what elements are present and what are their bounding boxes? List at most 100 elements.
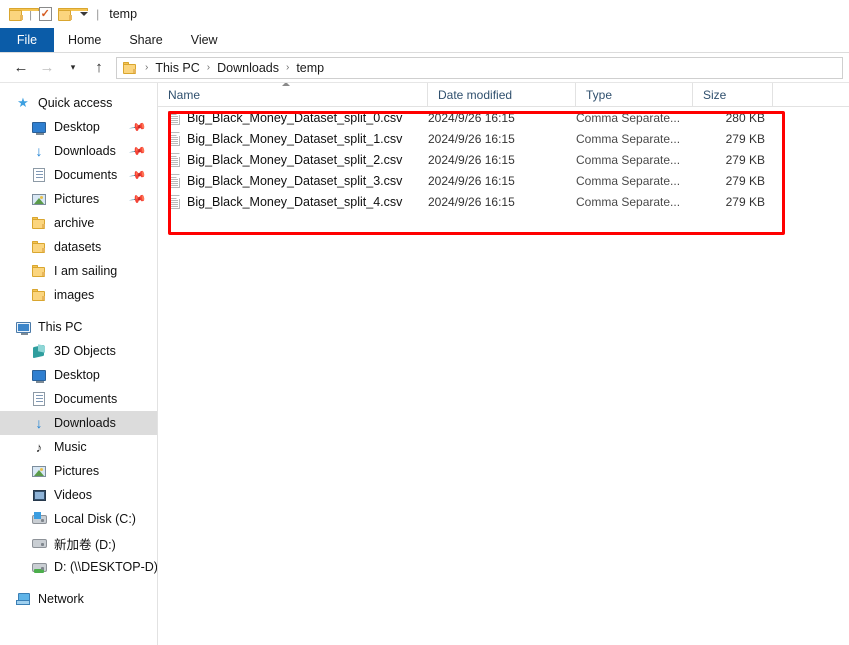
file-type-cell: Comma Separate... (576, 173, 681, 188)
file-size-cell: 279 KB (725, 173, 765, 188)
file-type-cell: Comma Separate... (576, 110, 681, 125)
csv-file-icon (168, 173, 180, 188)
sidebar-item-label: I am sailing (54, 264, 118, 278)
address-bar[interactable]: › This PC › Downloads › temp (116, 56, 843, 79)
sidebar-item-documents[interactable]: Documents 📌 (0, 163, 157, 187)
navigation-pane: ★ Quick access Desktop 📌 ↓ Downloads 📌 D… (0, 83, 158, 645)
sidebar-item-label: datasets (54, 240, 102, 254)
tab-view[interactable]: View (177, 28, 232, 52)
3d-objects-icon (30, 343, 48, 359)
explorer-body: ★ Quick access Desktop 📌 ↓ Downloads 📌 D… (0, 83, 849, 645)
file-name-cell: Big_Black_Money_Dataset_split_3.csv (158, 170, 428, 191)
sidebar-item-i-am-sailing[interactable]: I am sailing (0, 259, 157, 283)
sidebar-item-3d-objects[interactable]: 3D Objects (0, 339, 157, 363)
sidebar-item-pictures[interactable]: Pictures 📌 (0, 187, 157, 211)
file-list-pane: Name Date modified Type Size Big_Black_M… (158, 83, 849, 645)
sidebar-item-music[interactable]: ♪ Music (0, 435, 157, 459)
file-name-cell: Big_Black_Money_Dataset_split_4.csv (158, 191, 428, 212)
table-row[interactable]: Big_Black_Money_Dataset_split_1.csv 2024… (158, 128, 849, 149)
file-name-label: Big_Black_Money_Dataset_split_3.csv (187, 173, 403, 188)
sidebar-item-network-drive-h[interactable]: D: (\\DESKTOP-D) (H (0, 555, 157, 579)
forward-icon[interactable]: → (34, 55, 60, 81)
sidebar-item-disk-d[interactable]: 新加卷 (D:) (0, 531, 157, 555)
file-size-cell: 280 KB (725, 110, 765, 125)
column-header-label: Type (586, 87, 613, 102)
recent-locations-icon[interactable]: ▾ (60, 55, 86, 81)
table-row[interactable]: Big_Black_Money_Dataset_split_2.csv 2024… (158, 149, 849, 170)
sidebar-item-local-disk-c[interactable]: Local Disk (C:) (0, 507, 157, 531)
properties-icon[interactable]: ✓ (35, 4, 55, 24)
file-type-cell: Comma Separate... (576, 131, 681, 146)
sidebar-item-pc-pictures[interactable]: Pictures (0, 459, 157, 483)
sidebar-section-quick-access[interactable]: ★ Quick access (0, 91, 157, 115)
sidebar-section-this-pc[interactable]: This PC (0, 315, 157, 339)
sidebar-item-label: archive (54, 216, 95, 230)
file-size-cell: 279 KB (725, 194, 765, 209)
sidebar-section-label: This PC (38, 320, 83, 334)
file-type-cell: Comma Separate... (576, 152, 681, 167)
table-row[interactable]: Big_Black_Money_Dataset_split_4.csv 2024… (158, 191, 849, 212)
windows-disk-icon (30, 511, 48, 527)
sidebar-item-pc-desktop[interactable]: Desktop (0, 363, 157, 387)
sidebar-item-archive[interactable]: archive (0, 211, 157, 235)
folder-icon (30, 215, 48, 231)
column-header-name[interactable]: Name (158, 83, 428, 106)
file-name-cell: Big_Black_Money_Dataset_split_0.csv (158, 107, 428, 128)
breadcrumb-item-temp[interactable]: temp (295, 61, 325, 75)
this-pc-icon (14, 319, 32, 335)
tab-file[interactable]: File (0, 28, 54, 52)
monitor-icon (30, 367, 48, 383)
sidebar-item-downloads[interactable]: ↓ Downloads 📌 (0, 139, 157, 163)
table-row[interactable]: Big_Black_Money_Dataset_split_0.csv 2024… (158, 107, 849, 128)
tab-share[interactable]: Share (115, 28, 176, 52)
folder-icon (30, 287, 48, 303)
star-icon: ★ (17, 95, 29, 110)
breadcrumb-item-downloads[interactable]: Downloads (216, 61, 280, 75)
file-rows: Big_Black_Money_Dataset_split_0.csv 2024… (158, 107, 849, 212)
column-header-date-modified[interactable]: Date modified (428, 83, 576, 106)
sidebar-section-network[interactable]: Network (0, 587, 157, 611)
file-name-label: Big_Black_Money_Dataset_split_1.csv (187, 131, 403, 146)
column-header-size[interactable]: Size (693, 83, 773, 106)
sidebar-item-label: Local Disk (C:) (54, 512, 136, 526)
pin-icon[interactable]: 📌 (129, 142, 148, 161)
sidebar-item-label: Pictures (54, 464, 100, 478)
sidebar-item-pc-documents[interactable]: Documents (0, 387, 157, 411)
new-folder-icon[interactable] (55, 4, 88, 24)
pin-icon[interactable]: 📌 (129, 190, 148, 209)
file-date-cell: 2024/9/26 16:15 (428, 131, 515, 146)
sidebar-item-pc-downloads[interactable]: ↓ Downloads (0, 411, 157, 435)
tab-home[interactable]: Home (54, 28, 115, 52)
network-disk-icon (30, 559, 48, 575)
file-type-cell: Comma Separate... (576, 194, 681, 209)
pictures-icon (30, 463, 48, 479)
sidebar-item-videos[interactable]: Videos (0, 483, 157, 507)
breadcrumb-separator-0: › (145, 62, 149, 73)
breadcrumb-item-this-pc[interactable]: This PC (154, 61, 200, 75)
table-row[interactable]: Big_Black_Money_Dataset_split_3.csv 2024… (158, 170, 849, 191)
sidebar-item-label: 3D Objects (54, 344, 116, 358)
sidebar-section-label: Quick access (38, 96, 113, 110)
sidebar-item-label: Music (54, 440, 87, 454)
file-date-cell: 2024/9/26 16:15 (428, 194, 515, 209)
document-icon (30, 391, 48, 407)
folder-icon[interactable] (6, 4, 39, 24)
sidebar-item-desktop[interactable]: Desktop 📌 (0, 115, 157, 139)
file-name-label: Big_Black_Money_Dataset_split_2.csv (187, 152, 403, 167)
file-date-cell: 2024/9/26 16:15 (428, 173, 515, 188)
back-icon[interactable]: ← (8, 55, 34, 81)
csv-file-icon (168, 194, 180, 209)
download-icon: ↓ (35, 142, 43, 159)
column-header-type[interactable]: Type (576, 83, 693, 106)
sidebar-item-images[interactable]: images (0, 283, 157, 307)
navigation-bar: ← → ▾ ↑ › This PC › Downloads › temp (0, 53, 849, 83)
pin-icon[interactable]: 📌 (129, 118, 148, 137)
sidebar-item-label: Pictures (54, 192, 100, 206)
up-icon[interactable]: ↑ (86, 55, 112, 81)
file-size-cell: 279 KB (725, 152, 765, 167)
sidebar-item-datasets[interactable]: datasets (0, 235, 157, 259)
sidebar-section-label: Network (38, 592, 84, 606)
sidebar-item-label: Desktop (54, 120, 100, 134)
pin-icon[interactable]: 📌 (129, 166, 148, 185)
column-header-label: Size (703, 87, 727, 102)
